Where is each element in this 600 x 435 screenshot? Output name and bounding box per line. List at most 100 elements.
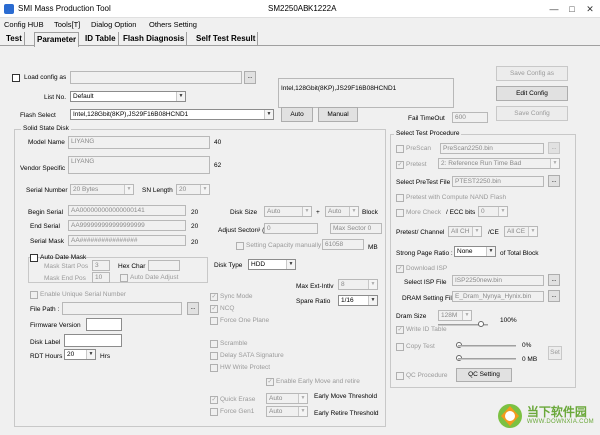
pretest-compute-checkbox[interactable] xyxy=(396,194,404,202)
disk-size-select[interactable]: Auto ▼ xyxy=(264,206,312,217)
list-no-value: Default xyxy=(73,93,94,100)
sync-mode-checkbox[interactable]: ✓ xyxy=(210,293,218,301)
quick-erase-select[interactable]: Auto ▼ xyxy=(266,393,308,404)
auto-date-mask-checkbox[interactable] xyxy=(30,254,38,262)
copy-test-checkbox[interactable] xyxy=(396,343,404,351)
flash-select-select[interactable]: Intel,128Gbit(8KP),JS29F16B08HCND1 ▼ xyxy=(70,109,274,120)
disk-size-plus: + xyxy=(316,209,320,216)
download-isp-checkbox[interactable]: ✓ xyxy=(396,265,404,273)
serial-mask-length: 20 xyxy=(191,239,199,246)
save-config-as-button[interactable]: Save Config as xyxy=(496,66,568,81)
vendor-specific-field[interactable]: LIYANG xyxy=(68,156,210,174)
load-config-checkbox[interactable] xyxy=(12,74,20,82)
sn-length-select[interactable]: 20 ▼ xyxy=(176,184,210,195)
model-name-field[interactable]: LIYANG xyxy=(68,136,210,149)
disk-label-field[interactable] xyxy=(64,334,122,347)
manual-button[interactable]: Manual xyxy=(318,107,358,122)
dram-size-select[interactable]: 128M ▼ xyxy=(438,310,472,321)
enable-early-move-checkbox[interactable]: ✓ xyxy=(266,378,274,386)
disk-size-select-2[interactable]: Auto ▼ xyxy=(325,206,359,217)
menu-tools[interactable]: Tools[T] xyxy=(54,20,80,29)
pretest-select[interactable]: 2: Reference Run Time Bad ▼ xyxy=(438,158,560,169)
sn-length-value: 20 xyxy=(179,186,187,193)
force-one-plane-checkbox[interactable] xyxy=(210,317,218,325)
rdt-hours-select[interactable]: 20 ▼ xyxy=(64,349,96,360)
adjust-sector-field[interactable]: 0 xyxy=(264,223,318,234)
auto-button[interactable]: Auto xyxy=(281,107,313,122)
setting-capacity-field[interactable]: 61058 xyxy=(322,239,364,250)
more-check-label: More Check xyxy=(406,209,442,216)
pretest-checkbox[interactable]: ✓ xyxy=(396,161,404,169)
auto-date-adjust-checkbox[interactable] xyxy=(120,274,128,282)
load-config-field[interactable] xyxy=(70,71,242,84)
spare-ratio-select[interactable]: 1/16 ▼ xyxy=(338,295,378,306)
tab-test[interactable]: Test xyxy=(4,32,25,46)
strong-page-ratio-select[interactable]: None ▼ xyxy=(454,246,496,257)
dram-setting-file-field[interactable]: E_Dram_Nynya_Hynix.bin xyxy=(452,291,544,302)
force-gen1-checkbox[interactable] xyxy=(210,408,218,416)
firmware-version-field[interactable] xyxy=(86,318,122,331)
hex-char-field[interactable] xyxy=(148,260,180,271)
ce-label: /CE xyxy=(488,229,499,236)
chevron-down-icon: ▼ xyxy=(486,247,495,256)
maximize-button[interactable]: □ xyxy=(566,3,578,15)
prescan-checkbox[interactable] xyxy=(396,145,404,153)
enable-unique-serial-checkbox[interactable] xyxy=(30,291,38,299)
copy-mb-track[interactable] xyxy=(458,358,516,360)
select-isp-file-field[interactable]: ISP2250new.bin xyxy=(452,275,544,286)
close-button[interactable]: ✕ xyxy=(584,3,596,15)
prescan-browse-button[interactable]: ... xyxy=(548,142,560,154)
select-pretest-file-field[interactable]: PTEST2250.bin xyxy=(452,176,544,187)
mask-start-pos-field[interactable]: 3 xyxy=(92,260,110,271)
select-isp-file-browse-button[interactable]: ... xyxy=(548,274,560,286)
save-config-button[interactable]: Save Config xyxy=(496,106,568,121)
tab-flash-diagnosis[interactable]: Flash Diagnosis xyxy=(121,32,188,46)
write-id-table-label: Write ID Table xyxy=(406,326,447,333)
scramble-checkbox[interactable] xyxy=(210,340,218,348)
force-gen1-select[interactable]: Auto ▼ xyxy=(266,406,308,417)
select-pretest-file-browse-button[interactable]: ... xyxy=(548,175,560,187)
max-ext-intlv-select[interactable]: 8 ▼ xyxy=(338,279,378,290)
ecc-bits-select[interactable]: 0 ▼ xyxy=(478,206,508,217)
tab-self-test-result[interactable]: Self Test Result xyxy=(194,32,259,46)
fail-timeout-field[interactable]: 600 xyxy=(452,112,488,123)
more-check-checkbox[interactable] xyxy=(396,209,404,217)
tab-parameter[interactable]: Parameter xyxy=(34,32,80,47)
disk-size-value: Auto xyxy=(267,208,281,215)
chevron-down-icon: ▼ xyxy=(86,350,95,359)
menu-others-setting[interactable]: Others Setting xyxy=(149,20,197,29)
pretest-channel-select[interactable]: All CH ▼ xyxy=(448,226,482,237)
disk-type-select[interactable]: HDD ▼ xyxy=(248,259,296,270)
tab-id-table[interactable]: ID Table xyxy=(83,32,119,46)
menu-dialog-option[interactable]: Dialog Option xyxy=(91,20,136,29)
menu-config-hub[interactable]: Config HUB xyxy=(4,20,44,29)
ce-select[interactable]: All CE ▼ xyxy=(504,226,538,237)
end-serial-field[interactable]: AA999999999999999999 xyxy=(68,220,186,231)
begin-serial-field[interactable]: AA000000000000000141 xyxy=(68,205,186,216)
prescan-field[interactable]: PreScan2250.bin xyxy=(440,143,544,154)
file-path-browse-button[interactable]: ... xyxy=(187,302,199,315)
set-button[interactable]: Set xyxy=(548,346,562,360)
quick-erase-value: Auto xyxy=(269,395,283,402)
dram-slider-knob[interactable] xyxy=(478,321,484,327)
edit-config-button[interactable]: Edit Config xyxy=(496,86,568,101)
mask-end-pos-field[interactable]: 10 xyxy=(92,272,110,283)
chevron-down-icon: ▼ xyxy=(298,407,307,416)
qc-procedure-checkbox[interactable] xyxy=(396,372,404,380)
hw-write-protect-checkbox[interactable] xyxy=(210,364,218,372)
serial-number-select[interactable]: 20 Bytes ▼ xyxy=(70,184,134,195)
write-id-table-checkbox[interactable]: ✓ xyxy=(396,326,404,334)
file-path-field[interactable] xyxy=(62,302,182,315)
setting-capacity-checkbox[interactable] xyxy=(236,242,244,250)
copy-percent-track[interactable] xyxy=(458,345,516,347)
watermark-url: WWW.DOWNXIA.COM xyxy=(526,419,594,426)
minimize-button[interactable]: — xyxy=(548,3,560,15)
delay-sata-signature-checkbox[interactable] xyxy=(210,352,218,360)
list-no-select[interactable]: Default ▼ xyxy=(70,91,186,102)
qc-setting-button[interactable]: QC Setting xyxy=(456,368,512,382)
dram-setting-file-browse-button[interactable]: ... xyxy=(548,290,560,302)
ncq-checkbox[interactable]: ✓ xyxy=(210,305,218,313)
load-config-browse-button[interactable]: ... xyxy=(244,71,256,84)
quick-erase-checkbox[interactable]: ✓ xyxy=(210,396,218,404)
serial-mask-field[interactable]: AA################ xyxy=(68,235,186,246)
